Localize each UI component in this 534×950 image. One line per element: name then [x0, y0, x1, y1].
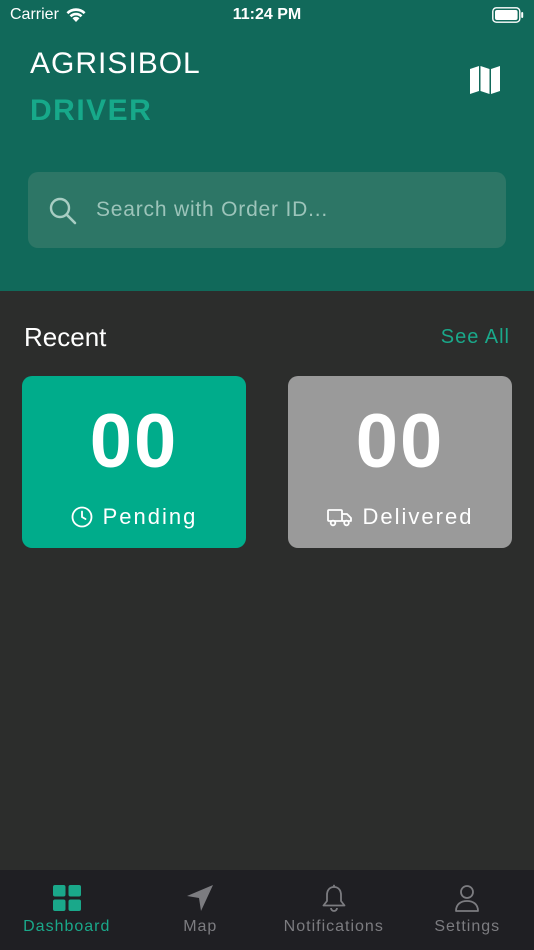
- tab-notifications-label: Notifications: [283, 918, 384, 935]
- status-bar: Carrier 11:24 PM: [0, 0, 534, 30]
- pending-card[interactable]: 00 Pending: [22, 376, 246, 548]
- grid-icon: [52, 885, 81, 911]
- tab-settings-label: Settings: [434, 918, 501, 935]
- see-all-link[interactable]: See All: [441, 326, 510, 349]
- pending-label: Pending: [102, 504, 198, 529]
- tab-bar: Dashboard Map Notifications Settings: [0, 870, 534, 950]
- recent-title: Recent: [24, 322, 107, 352]
- search-icon: [49, 197, 77, 225]
- map-icon[interactable]: [468, 64, 502, 96]
- battery-icon: [492, 7, 524, 23]
- user-icon: [455, 885, 480, 912]
- delivered-count: 00: [355, 399, 445, 484]
- status-time: 11:24 PM: [232, 6, 302, 23]
- app-subtitle: DRIVER: [30, 94, 153, 127]
- pending-label-row: Pending: [22, 504, 246, 530]
- tab-map-label: Map: [183, 918, 218, 935]
- tab-settings[interactable]: Settings: [401, 870, 534, 950]
- search-box[interactable]: [28, 172, 506, 248]
- header: Carrier 11:24 PM AGRISIBOL DRIVER: [0, 0, 534, 291]
- search-input[interactable]: [96, 190, 486, 230]
- delivered-label: Delivered: [362, 504, 474, 529]
- delivered-label-row: Delivered: [288, 504, 512, 530]
- tab-map[interactable]: Map: [134, 870, 268, 950]
- navigation-arrow-icon: [187, 885, 214, 911]
- delivered-card[interactable]: 00 Delivered: [288, 376, 512, 548]
- tab-dashboard[interactable]: Dashboard: [0, 870, 134, 950]
- clock-icon: [71, 506, 93, 528]
- bell-icon: [322, 884, 346, 912]
- app-title: AGRISIBOL: [30, 47, 201, 80]
- tab-dashboard-label: Dashboard: [23, 918, 111, 935]
- pending-count: 00: [89, 399, 179, 484]
- tab-notifications[interactable]: Notifications: [267, 870, 401, 950]
- truck-icon: [326, 509, 352, 527]
